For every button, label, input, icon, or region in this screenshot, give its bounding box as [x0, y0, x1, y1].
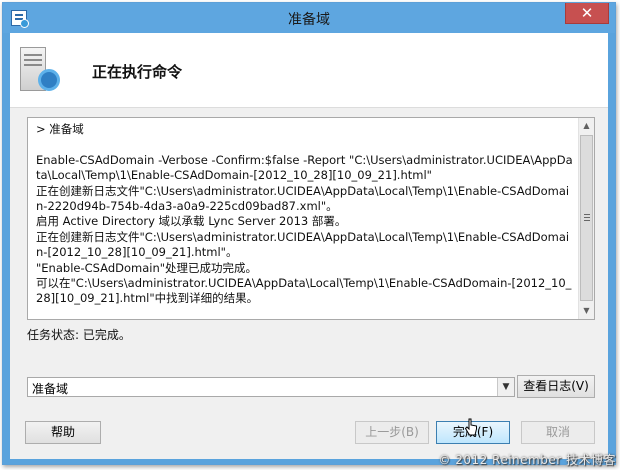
mouse-cursor-icon: [464, 418, 477, 436]
scroll-grip-icon: [584, 214, 590, 223]
title-bar[interactable]: 准备域 ✕: [3, 3, 615, 33]
back-button[interactable]: 上一步(B): [355, 421, 429, 444]
view-log-button[interactable]: 查看日志(V): [517, 375, 595, 398]
chevron-down-icon[interactable]: ▼: [497, 378, 514, 396]
page-title: 正在执行命令: [92, 63, 183, 81]
log-text: > 准备域 Enable-CSAdDomain -Verbose -Confir…: [36, 122, 573, 306]
scroll-up-arrow-icon[interactable]: ▲: [579, 118, 594, 134]
close-button[interactable]: ✕: [565, 3, 609, 24]
server-gear-icon: [20, 43, 60, 98]
window-title: 准备域: [288, 12, 330, 28]
dialog-client: 正在执行命令 > 准备域 Enable-CSAdDomain -Verbose …: [10, 33, 608, 459]
cancel-button[interactable]: 取消: [521, 421, 595, 444]
scroll-down-arrow-icon[interactable]: ▼: [579, 303, 594, 319]
step-select[interactable]: 准备域 ▼: [27, 377, 515, 397]
help-button[interactable]: 帮助: [25, 421, 101, 444]
wizard-header: 正在执行命令: [10, 33, 608, 108]
vertical-scrollbar[interactable]: ▲ ▼: [578, 118, 594, 319]
watermark: © 2012 Reinember 技术博客: [438, 453, 616, 467]
dialog-window: 准备域 ✕ 正在执行命令 > 准备域 Enable-CSAdDomain -Ve…: [2, 2, 616, 465]
log-output[interactable]: > 准备域 Enable-CSAdDomain -Verbose -Confir…: [27, 117, 595, 320]
scroll-thumb[interactable]: [580, 135, 593, 301]
task-status: 任务状态: 已完成。: [27, 328, 131, 342]
step-select-value: 准备域: [32, 382, 69, 396]
